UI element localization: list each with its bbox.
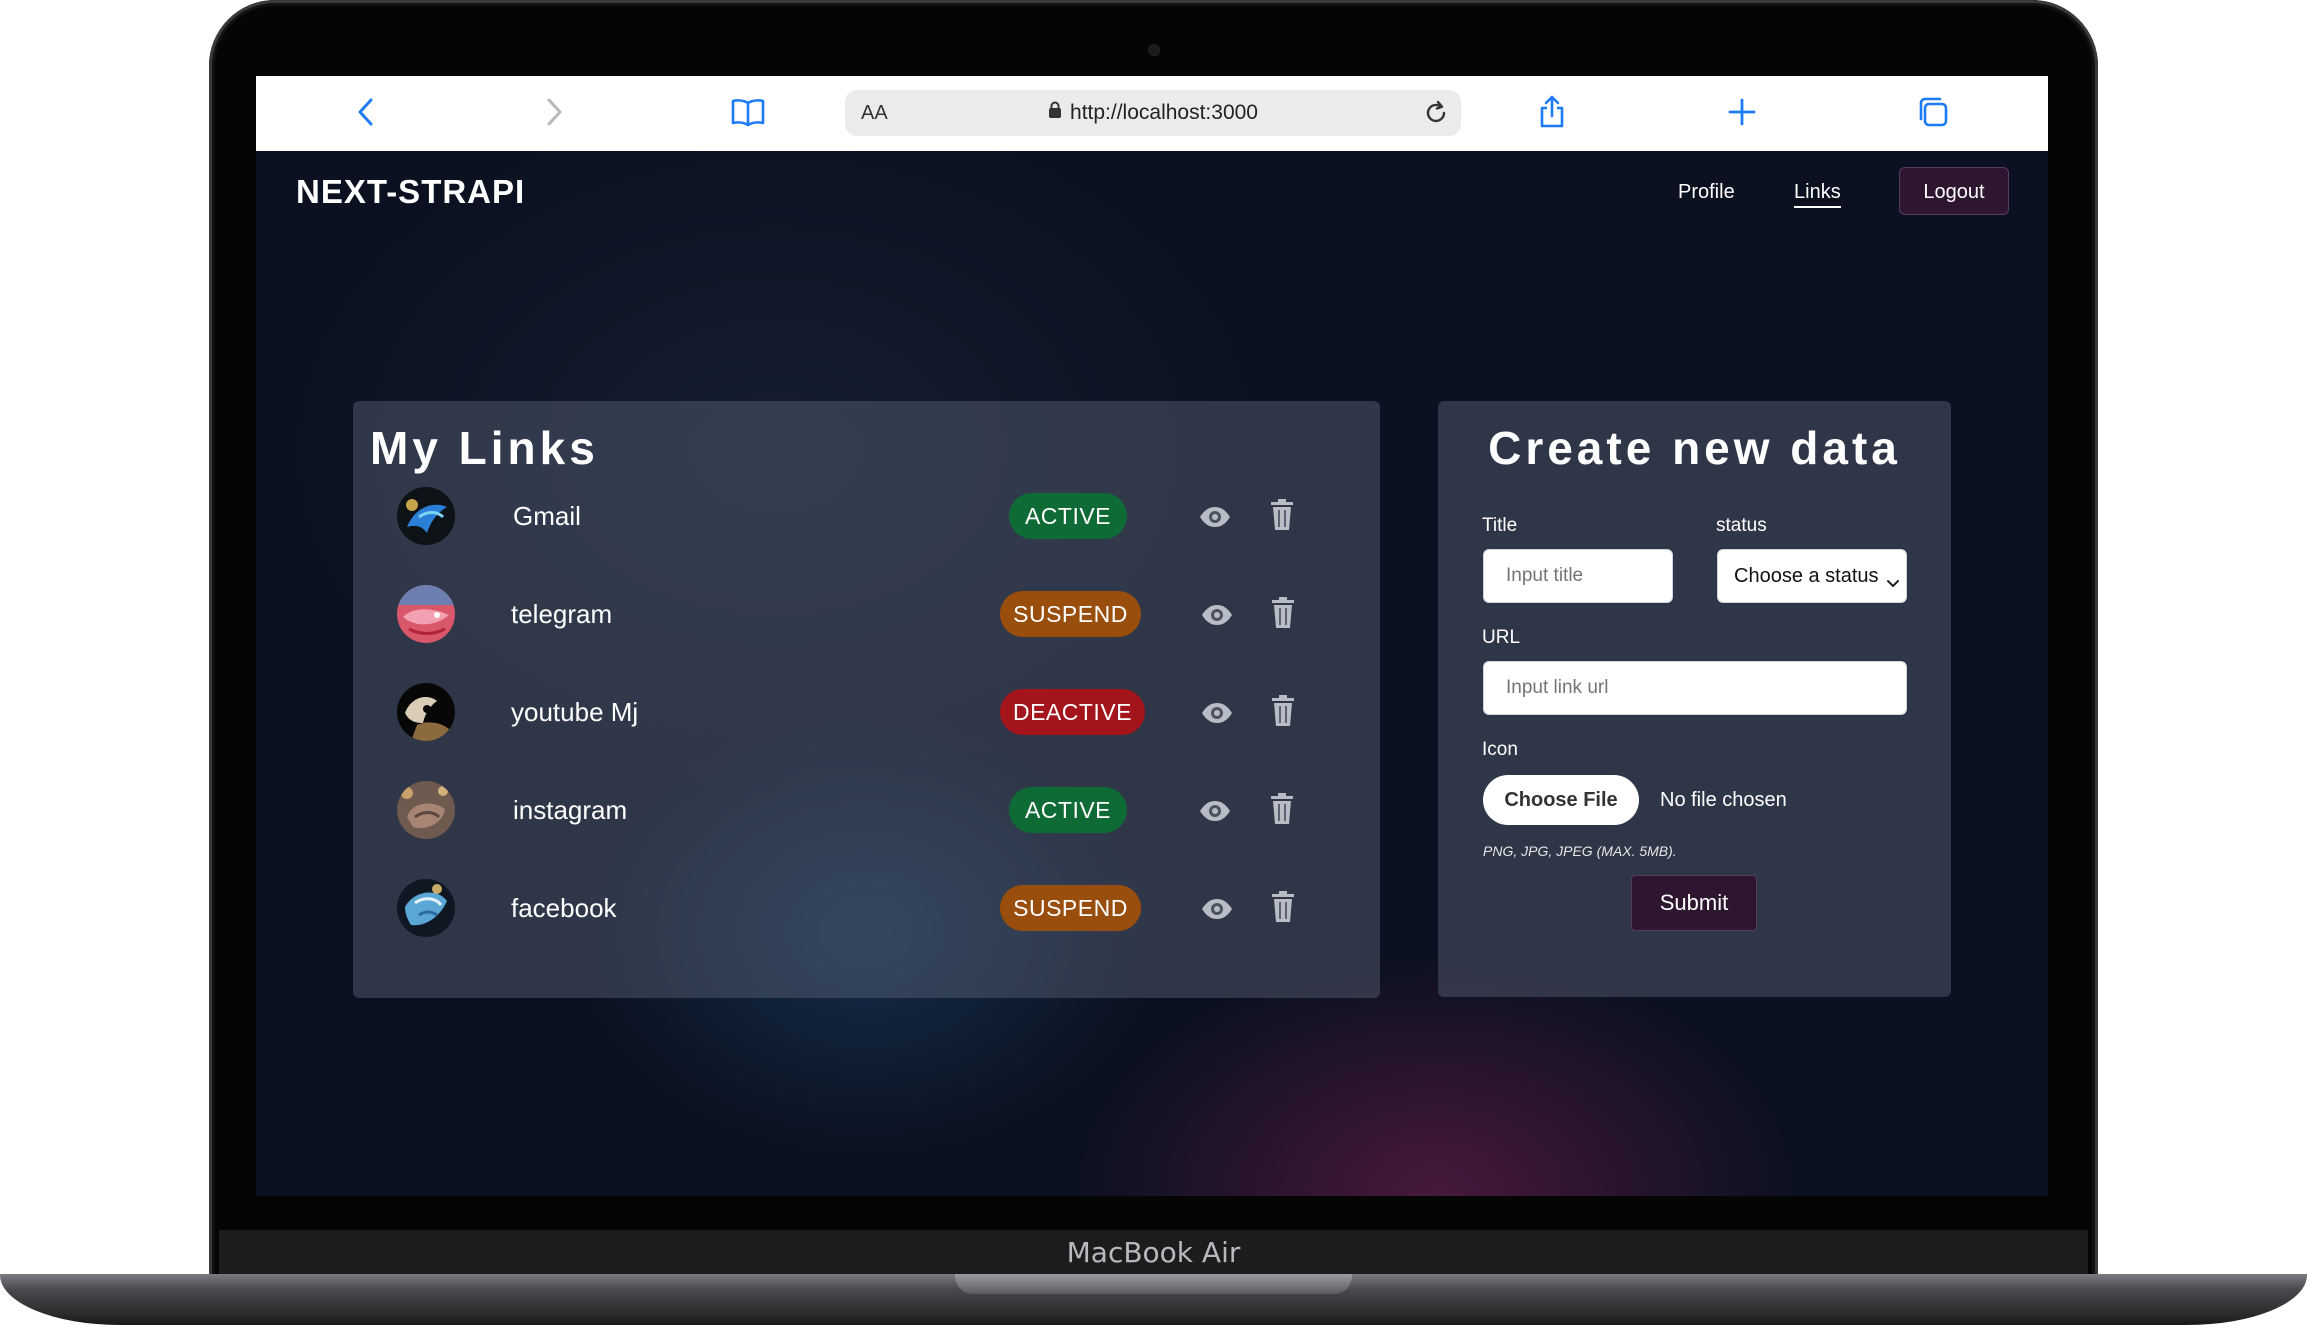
link-name: youtube Mj (511, 697, 639, 727)
title-label: Title (1482, 515, 1518, 536)
link-avatar (397, 487, 455, 545)
link-avatar (397, 879, 455, 937)
status-badge: ACTIVE (1009, 787, 1127, 833)
delete-icon[interactable] (1269, 792, 1295, 826)
tabs-icon[interactable] (1911, 90, 1955, 134)
my-links-card: My Links Gmail ACTIVE telegram SUSPEND y… (353, 401, 1380, 998)
new-tab-icon[interactable] (1720, 90, 1764, 134)
status-badge: ACTIVE (1009, 493, 1127, 539)
choose-file-button[interactable]: Choose File (1483, 775, 1639, 825)
link-row: telegram SUSPEND (353, 565, 1380, 663)
link-row: youtube Mj DEACTIVE (353, 663, 1380, 761)
link-name: instagram (513, 795, 628, 825)
view-icon[interactable] (1198, 500, 1232, 534)
browser-toolbar: AA http://localhost:3000 (256, 76, 2048, 152)
view-icon[interactable] (1200, 696, 1234, 730)
file-hint: PNG, JPG, JPEG (MAX. 5MB). (1483, 843, 1677, 859)
logout-button[interactable]: Logout (1899, 167, 2009, 215)
link-row: Gmail ACTIVE (353, 467, 1380, 565)
app-page: NEXT-STRAPI Profile Links Logout My Link… (256, 151, 2048, 1196)
link-avatar (397, 683, 455, 741)
view-icon[interactable] (1198, 794, 1232, 828)
status-select[interactable]: Choose a status (1717, 549, 1907, 603)
link-row: instagram ACTIVE (353, 761, 1380, 859)
back-icon[interactable] (344, 90, 388, 134)
status-label: status (1716, 515, 1767, 536)
nav-profile[interactable]: Profile (1678, 181, 1735, 204)
address-bar[interactable]: AA http://localhost:3000 (845, 90, 1461, 136)
delete-icon[interactable] (1270, 596, 1296, 630)
app-logo[interactable]: NEXT-STRAPI (296, 173, 525, 211)
status-badge: SUSPEND (1000, 885, 1141, 931)
reload-icon[interactable] (1421, 98, 1451, 128)
laptop-notch (955, 1274, 1352, 1294)
delete-icon[interactable] (1270, 890, 1296, 924)
link-avatar (397, 585, 455, 643)
bookmarks-icon[interactable] (726, 90, 770, 134)
link-row: facebook SUSPEND (353, 859, 1380, 957)
lock-icon (1048, 90, 1062, 136)
link-avatar (397, 781, 455, 839)
device-brand-label: MacBook Air (1066, 1236, 1241, 1269)
chevron-down-icon (1886, 564, 1900, 602)
status-select-value: Choose a status (1734, 565, 1879, 587)
file-status-text: No file chosen (1660, 789, 1787, 811)
link-name: Gmail (513, 501, 581, 531)
forward-icon[interactable] (532, 90, 576, 134)
link-name: telegram (511, 599, 613, 629)
link-name: facebook (511, 893, 617, 923)
camera-icon (1148, 44, 1160, 56)
url-input[interactable] (1483, 661, 1907, 715)
url-text: http://localhost:3000 (1070, 101, 1258, 124)
view-icon[interactable] (1200, 892, 1234, 926)
icon-label: Icon (1482, 739, 1518, 760)
submit-button[interactable]: Submit (1631, 875, 1757, 931)
share-icon[interactable] (1530, 90, 1574, 134)
nav-links[interactable]: Links (1794, 181, 1841, 208)
url-label: URL (1482, 627, 1521, 648)
create-data-title: Create new data (1488, 422, 1901, 474)
status-badge: DEACTIVE (1000, 689, 1145, 735)
delete-icon[interactable] (1269, 498, 1295, 532)
screen: AA http://localhost:3000 NEXT-STRAPI Pro… (256, 76, 2048, 1196)
status-badge: SUSPEND (1000, 591, 1141, 637)
delete-icon[interactable] (1270, 694, 1296, 728)
view-icon[interactable] (1200, 598, 1234, 632)
create-data-card: Create new data Title status Choose a st… (1438, 401, 1951, 997)
title-input[interactable] (1483, 549, 1673, 603)
